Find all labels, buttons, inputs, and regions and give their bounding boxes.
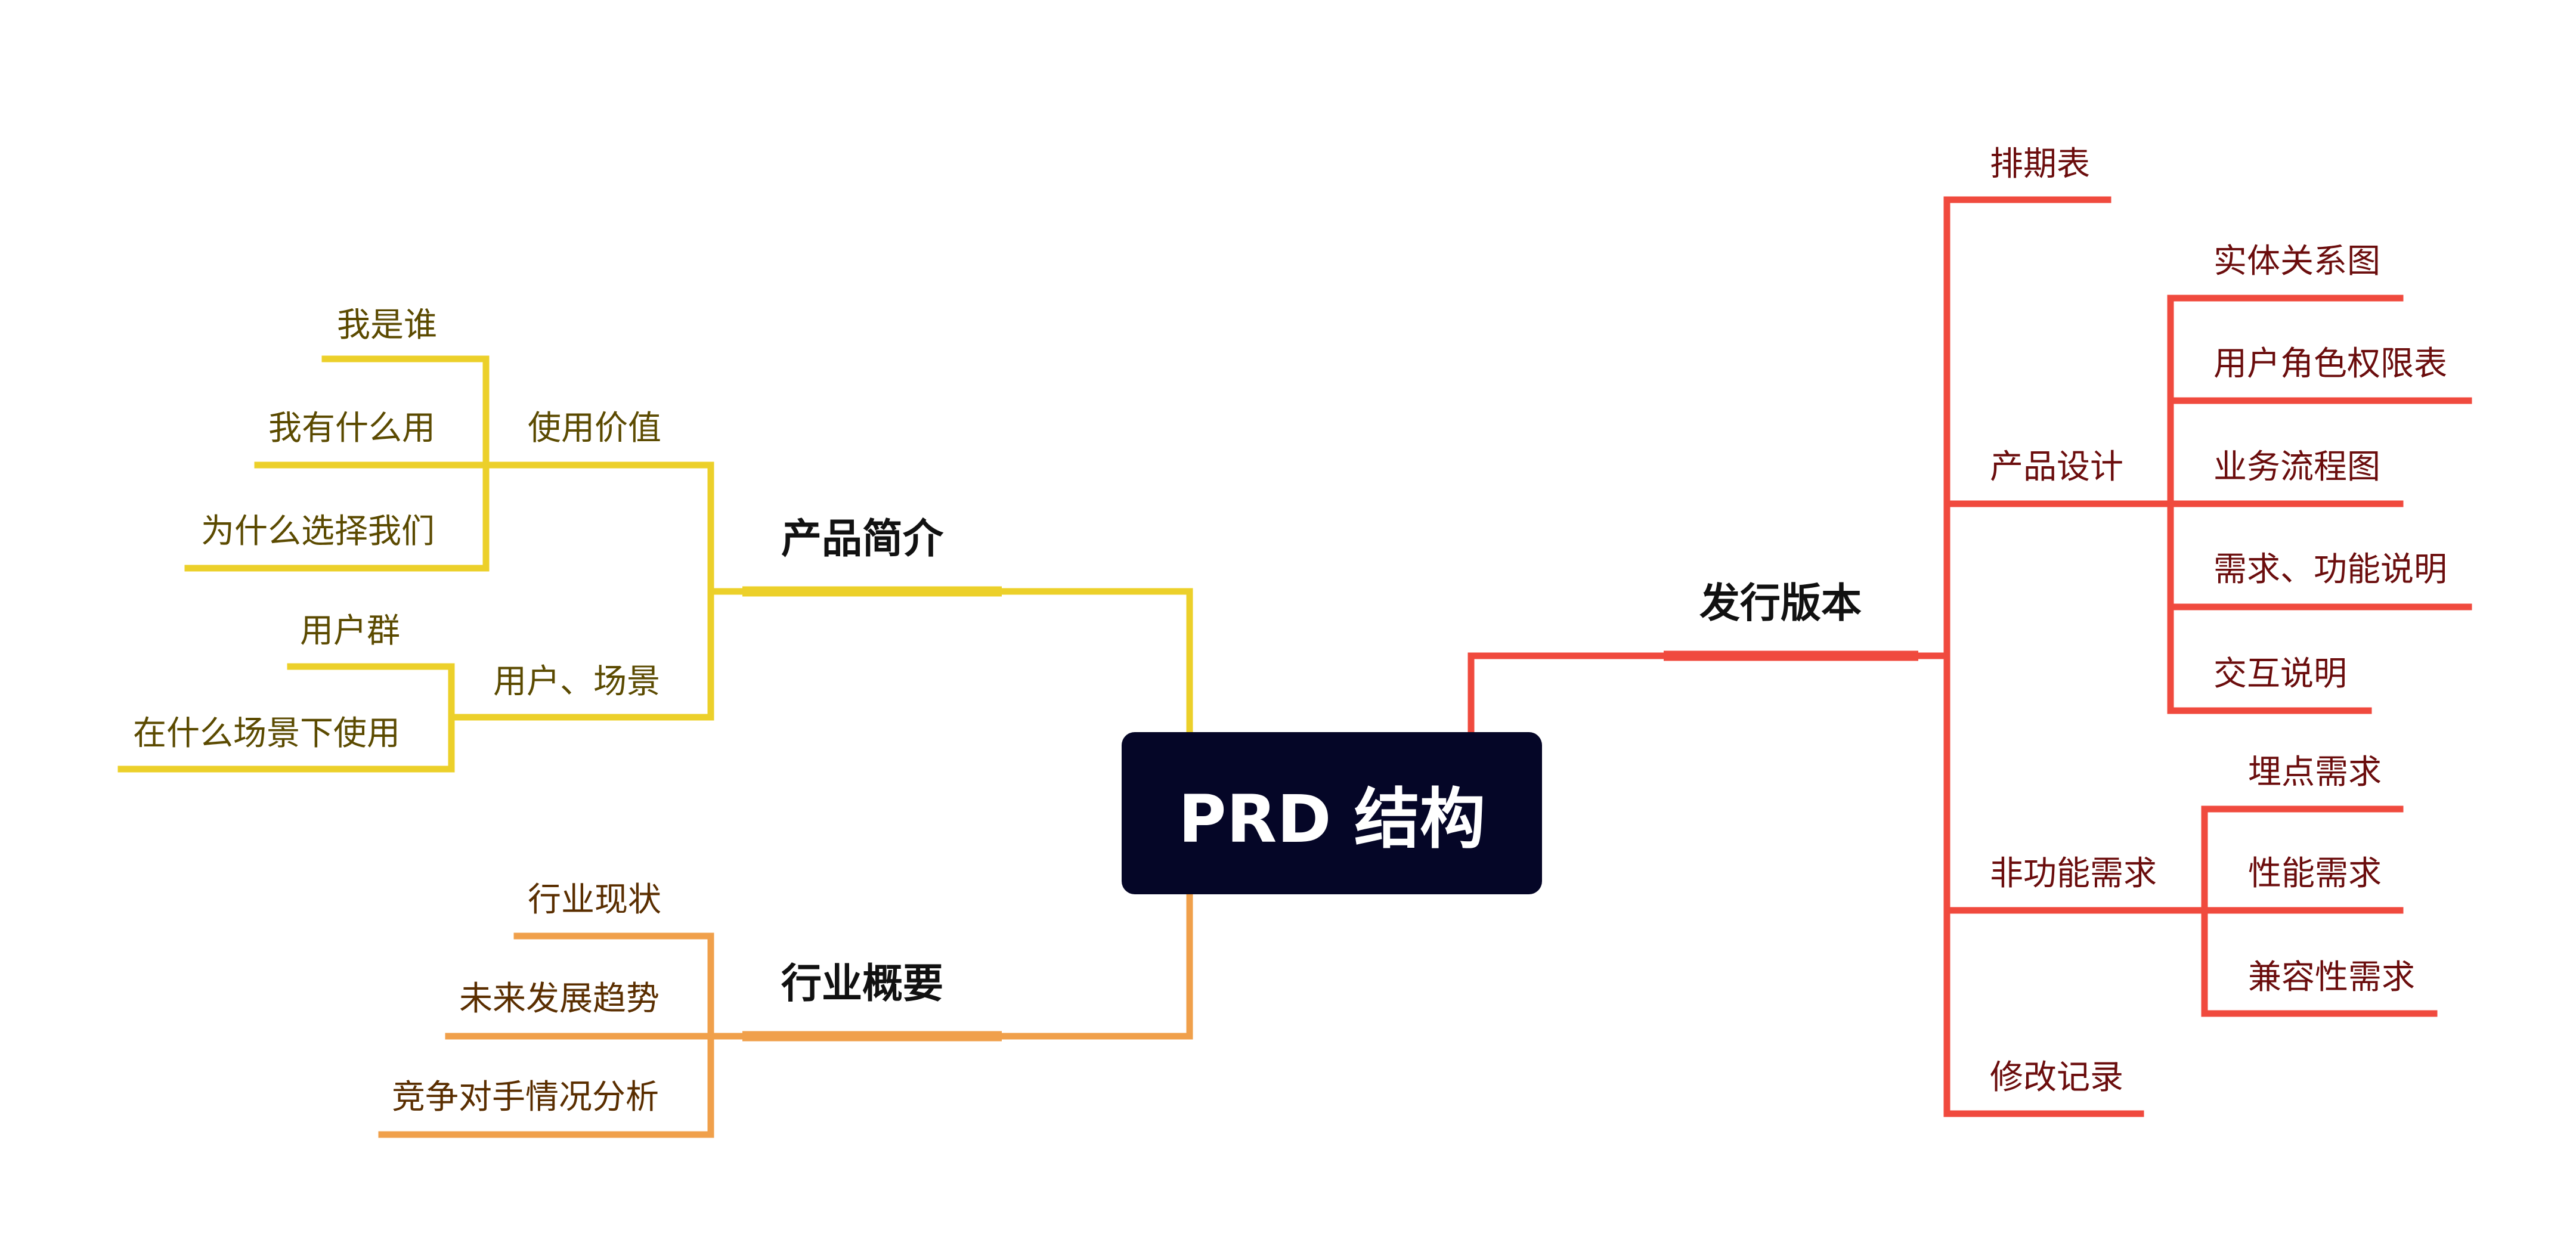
users-scenes-label[interactable]: 用户、场景 xyxy=(493,655,660,703)
role-permission-label[interactable]: 用户角色权限表 xyxy=(2213,337,2447,385)
root-to-industry-line xyxy=(998,892,1193,1040)
usage-value-label[interactable]: 使用价值 xyxy=(528,401,661,450)
product-design-label[interactable]: 产品设计 xyxy=(1990,440,2123,488)
er-diagram-label[interactable]: 实体关系图 xyxy=(2213,234,2380,283)
industry-label[interactable]: 行业概要 xyxy=(781,950,943,1009)
industry-status-label[interactable]: 行业现状 xyxy=(528,873,661,921)
root-node[interactable]: PRD 结构 xyxy=(1122,732,1542,894)
mind-map-canvas: PRD 结构 产品简介 使用价值 我是谁 我有什么用 为什么选择我们 用户、场景… xyxy=(0,0,2576,1252)
requirement-desc-label[interactable]: 需求、功能说明 xyxy=(2213,543,2447,591)
root-to-release-line xyxy=(1467,652,1667,734)
user-group-label[interactable]: 用户群 xyxy=(300,604,400,652)
who-am-i-label[interactable]: 我是谁 xyxy=(337,298,437,346)
interaction-desc-label[interactable]: 交互说明 xyxy=(2213,647,2347,695)
compat-label[interactable]: 兼容性需求 xyxy=(2248,950,2415,999)
tracking-label[interactable]: 埋点需求 xyxy=(2248,745,2382,794)
which-scene-label[interactable]: 在什么场景下使用 xyxy=(133,706,400,755)
competitor-label[interactable]: 竞争对手情况分析 xyxy=(392,1070,659,1118)
root-title: PRD 结构 xyxy=(1178,781,1485,857)
performance-label[interactable]: 性能需求 xyxy=(2248,847,2382,895)
product-intro-label[interactable]: 产品简介 xyxy=(781,506,943,565)
future-trend-label[interactable]: 未来发展趋势 xyxy=(459,972,660,1020)
why-choose-label[interactable]: 为什么选择我们 xyxy=(201,504,435,553)
product-intro-bracket xyxy=(707,461,746,721)
schedule-label[interactable]: 排期表 xyxy=(1990,137,2090,185)
non-functional-label[interactable]: 非功能需求 xyxy=(1990,847,2157,895)
change-log-label[interactable]: 修改记录 xyxy=(1990,1050,2123,1099)
industry-bracket xyxy=(707,932,746,1138)
release-label[interactable]: 发行版本 xyxy=(1699,570,1862,629)
release-bracket xyxy=(1915,196,1950,1117)
what-use-label[interactable]: 我有什么用 xyxy=(268,401,435,450)
root-to-product-intro-line xyxy=(998,588,1193,734)
business-flow-label[interactable]: 业务流程图 xyxy=(2213,440,2380,488)
